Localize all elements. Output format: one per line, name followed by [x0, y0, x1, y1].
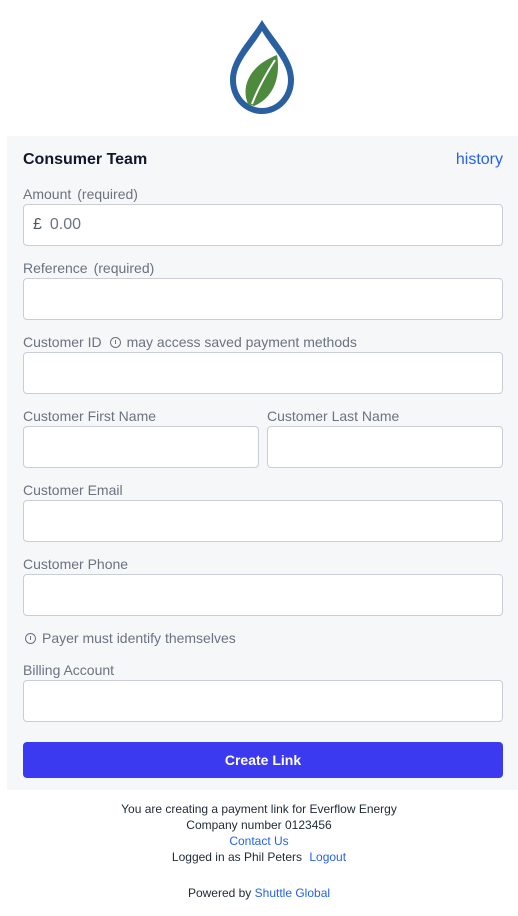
- history-link[interactable]: history: [456, 151, 503, 169]
- logged-in-text: Logged in as Phil Peters: [171, 850, 303, 864]
- contact-us-link[interactable]: Contact Us: [229, 834, 288, 848]
- last-name-input[interactable]: [267, 426, 503, 468]
- footer-contact: Contact Us: [0, 834, 518, 848]
- customer-id-input[interactable]: [23, 352, 503, 394]
- powered-by-text: Powered by: [187, 886, 252, 900]
- info-icon: [25, 632, 36, 644]
- shuttle-global-link[interactable]: Shuttle Global: [255, 886, 330, 900]
- customer-id-label-text: Customer ID: [23, 334, 102, 350]
- first-name-input[interactable]: [23, 426, 259, 468]
- amount-field[interactable]: £: [23, 204, 503, 246]
- last-name-label: Customer Last Name: [267, 408, 400, 424]
- water-drop-leaf-logo: [230, 20, 294, 114]
- reference-label-text: Reference: [23, 260, 88, 276]
- info-icon: [109, 336, 121, 348]
- first-name-label: Customer First Name: [23, 408, 157, 424]
- billing-account-label: Billing Account: [23, 662, 115, 678]
- customer-id-hint: may access saved payment methods: [126, 334, 357, 350]
- amount-required-text: (required): [77, 186, 138, 202]
- email-label: Customer Email: [23, 482, 123, 498]
- amount-input[interactable]: [47, 205, 502, 245]
- amount-label: Amount (required): [23, 186, 138, 202]
- reference-label: Reference (required): [23, 260, 154, 276]
- create-link-button[interactable]: Create Link: [23, 742, 503, 778]
- reference-required-text: (required): [93, 260, 155, 276]
- phone-label: Customer Phone: [23, 556, 129, 572]
- reference-input[interactable]: [23, 278, 503, 320]
- email-input[interactable]: [23, 500, 503, 542]
- logout-link[interactable]: Logout: [309, 850, 346, 864]
- payer-note: Payer must identify themselves: [23, 630, 236, 646]
- customer-id-label: Customer ID may access saved payment met…: [23, 334, 357, 350]
- footer-merchant-line: You are creating a payment link for Ever…: [121, 802, 397, 816]
- footer-company-number: Company number 0123456: [186, 818, 332, 832]
- footer-powered-by: Powered by Shuttle Global: [0, 886, 518, 900]
- amount-label-text: Amount: [23, 186, 72, 202]
- payer-note-text: Payer must identify themselves: [42, 630, 236, 646]
- footer-login-line: Logged in as Phil Peters Logout: [0, 850, 518, 864]
- phone-input[interactable]: [23, 574, 503, 616]
- billing-account-input[interactable]: [23, 680, 503, 722]
- currency-symbol: £: [33, 216, 42, 233]
- team-title: Consumer Team: [23, 151, 148, 168]
